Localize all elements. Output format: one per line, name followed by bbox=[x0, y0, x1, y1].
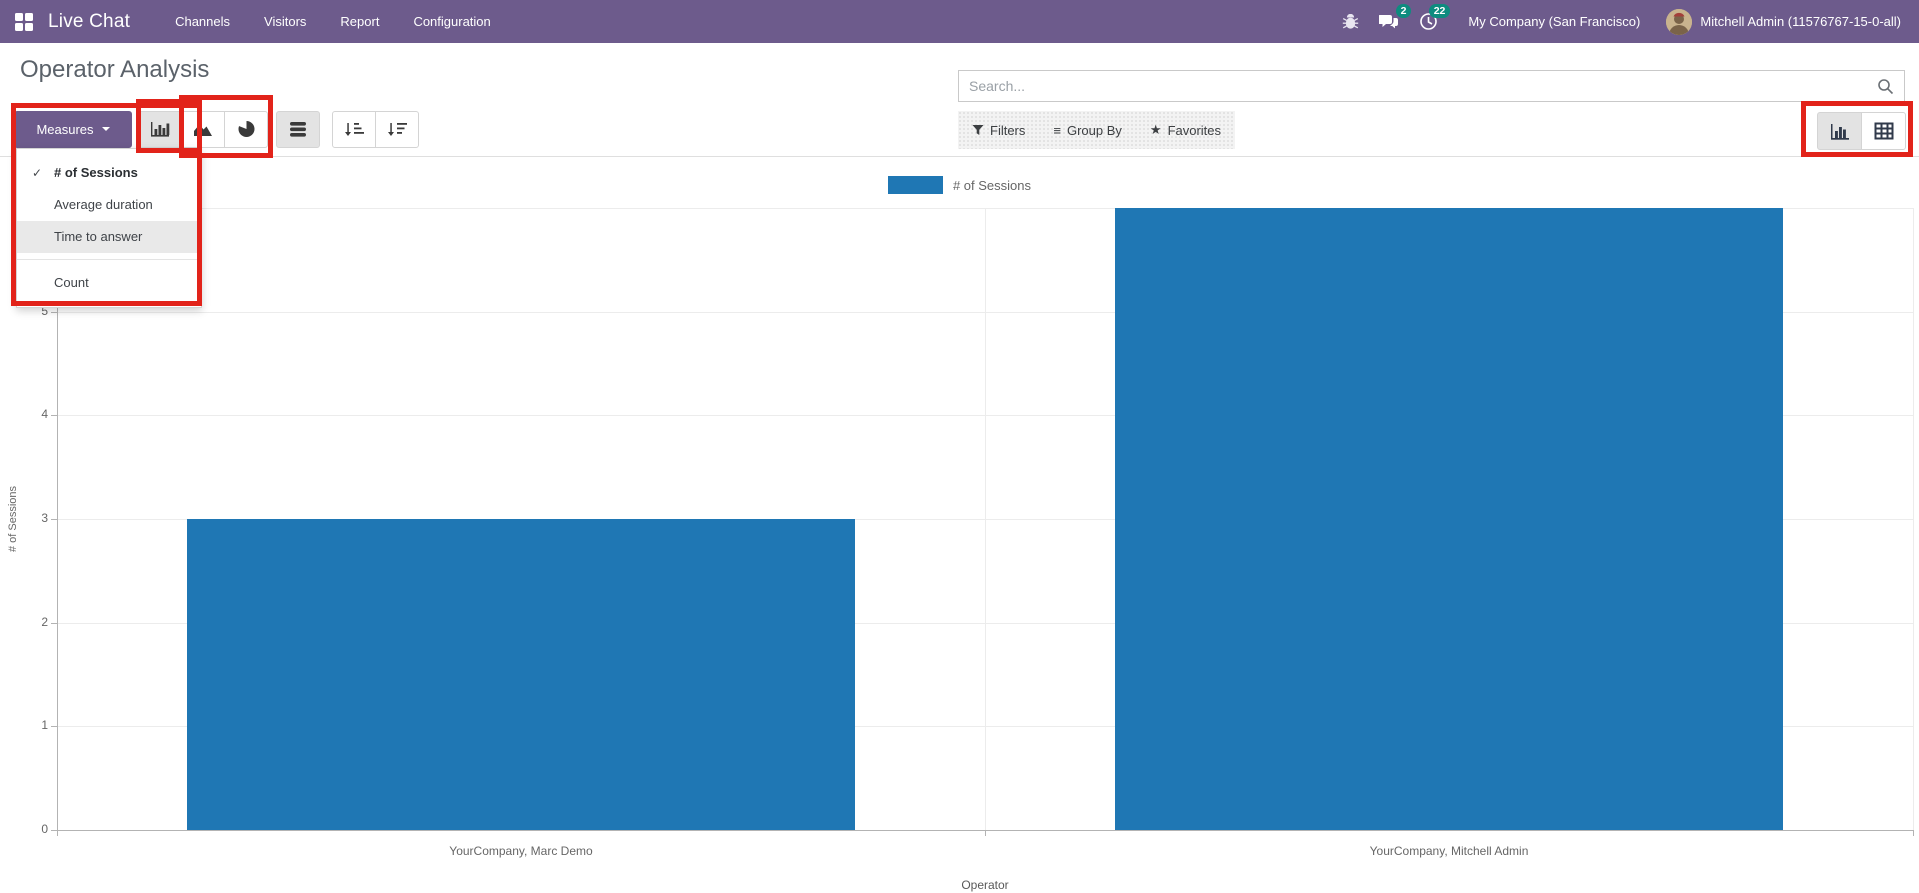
activities-badge: 22 bbox=[1428, 4, 1451, 18]
x-tick-label: YourCompany, Mitchell Admin bbox=[1369, 844, 1529, 858]
check-icon: ✓ bbox=[32, 166, 43, 180]
measures-dropdown-menu: ✓ # of Sessions Average duration Time to… bbox=[16, 148, 202, 308]
measures-button[interactable]: Measures bbox=[14, 110, 132, 148]
x-tick-label: YourCompany, Marc Demo bbox=[449, 844, 593, 858]
sort-descending-button[interactable] bbox=[375, 110, 419, 148]
sort-group bbox=[332, 110, 419, 148]
menu-report[interactable]: Report bbox=[323, 0, 396, 43]
group-by-label: Group By bbox=[1066, 122, 1122, 138]
group-by-button[interactable]: ≡ Group By bbox=[1053, 123, 1122, 138]
bar[interactable] bbox=[1114, 208, 1784, 830]
gridline bbox=[985, 208, 986, 830]
legend-swatch bbox=[887, 176, 943, 194]
measure-item-count[interactable]: Count bbox=[17, 267, 201, 299]
favorites-label: Favorites bbox=[1167, 122, 1222, 138]
filters-button[interactable]: Filters bbox=[972, 123, 1025, 138]
measure-item-label: Average duration bbox=[54, 197, 153, 212]
control-panel: Operator Analysis Measures Search... Fil… bbox=[0, 43, 1919, 157]
search-icon[interactable] bbox=[1877, 78, 1894, 95]
measure-item-label: Count bbox=[54, 275, 89, 290]
y-tick-label: 1 bbox=[41, 718, 48, 733]
page-title: Operator Analysis bbox=[20, 56, 210, 83]
measure-item-sessions[interactable]: ✓ # of Sessions bbox=[17, 157, 201, 189]
menu-channels[interactable]: Channels bbox=[158, 0, 247, 43]
measure-item-label: Time to answer bbox=[54, 229, 143, 244]
menu-configuration[interactable]: Configuration bbox=[396, 0, 507, 43]
pie-chart-button[interactable] bbox=[224, 110, 268, 148]
company-switcher[interactable]: My Company (San Francisco) bbox=[1468, 14, 1640, 29]
main-menu: Channels Visitors Report Configuration bbox=[158, 0, 508, 43]
top-navbar: Live Chat Channels Visitors Report Confi… bbox=[0, 0, 1919, 43]
chart-legend[interactable]: # of Sessions bbox=[0, 176, 1919, 194]
measure-item-average-duration[interactable]: Average duration bbox=[17, 189, 201, 221]
graph-view-button[interactable] bbox=[1817, 112, 1862, 150]
measures-button-label: Measures bbox=[36, 121, 94, 137]
line-chart-button[interactable] bbox=[181, 110, 225, 148]
measure-item-time-to-answer[interactable]: Time to answer bbox=[17, 221, 201, 253]
chart-type-group bbox=[138, 110, 268, 148]
bar[interactable] bbox=[186, 519, 856, 830]
messages-icon[interactable]: 2 bbox=[1369, 0, 1412, 43]
favorites-button[interactable]: ★ Favorites bbox=[1150, 122, 1221, 138]
view-switcher bbox=[1817, 112, 1906, 150]
gridline bbox=[1913, 208, 1914, 830]
menu-separator bbox=[17, 259, 201, 260]
legend-label: # of Sessions bbox=[952, 177, 1032, 193]
search-input[interactable] bbox=[959, 71, 1904, 101]
app-brand[interactable]: Live Chat bbox=[48, 11, 130, 33]
stacked-button[interactable] bbox=[276, 110, 320, 148]
y-axis-title: # of Sessions bbox=[7, 485, 19, 553]
filter-icon bbox=[972, 125, 984, 135]
systray: 2 22 My Company (San Francisco) Mitchell… bbox=[1332, 0, 1919, 43]
x-axis-title: Operator bbox=[961, 878, 1009, 892]
filters-label: Filters bbox=[990, 122, 1026, 138]
sort-ascending-button[interactable] bbox=[332, 110, 376, 148]
group-by-icon: ≡ bbox=[1053, 122, 1061, 138]
star-icon: ★ bbox=[1149, 122, 1162, 137]
user-avatar[interactable] bbox=[1666, 8, 1693, 35]
debug-bug-icon[interactable] bbox=[1332, 0, 1369, 43]
bar-chart-button[interactable] bbox=[138, 110, 182, 148]
caret-down-icon bbox=[101, 127, 110, 131]
menu-visitors[interactable]: Visitors bbox=[247, 0, 323, 43]
x-axis-line bbox=[57, 830, 1913, 831]
measure-item-label: # of Sessions bbox=[54, 165, 138, 180]
pivot-view-button[interactable] bbox=[1861, 112, 1906, 150]
filter-strip: Filters ≡ Group By ★ Favorites bbox=[958, 111, 1236, 149]
graph-toolbar: Measures bbox=[14, 110, 419, 148]
y-tick-label: 0 bbox=[41, 822, 48, 836]
bar-chart-canvas: # of Sessions0123456YourCompany, Marc De… bbox=[0, 157, 1919, 893]
x-tick-mark bbox=[1913, 830, 1914, 836]
search-box bbox=[958, 70, 1905, 102]
activities-clock-icon[interactable]: 22 bbox=[1409, 0, 1451, 43]
apps-menu-icon[interactable] bbox=[15, 12, 33, 31]
user-menu[interactable]: Mitchell Admin (11576767-15-0-all) bbox=[1700, 14, 1901, 29]
